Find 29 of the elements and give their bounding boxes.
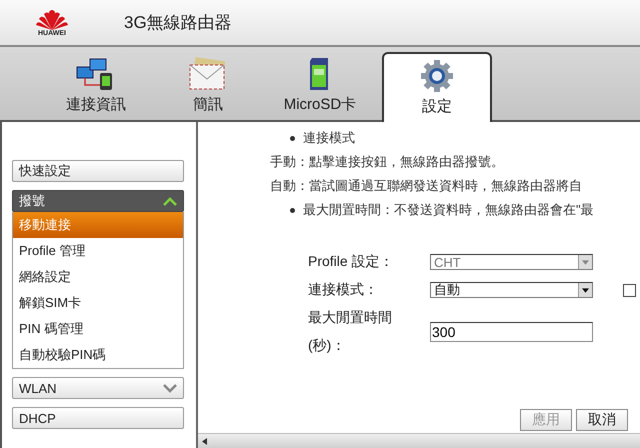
chevron-up-icon — [163, 196, 177, 206]
sidebar-item[interactable]: 快速設定 — [12, 160, 184, 182]
help-text: 手動：點擊連接按鈕，無線路由器撥號。 — [270, 153, 504, 171]
app-title: 3G無線路由器 — [124, 12, 232, 34]
sidebar-group-header[interactable]: WLAN — [12, 377, 184, 399]
logo-icon — [35, 8, 69, 30]
nav-tab[interactable]: 連接資訊 — [40, 52, 152, 120]
sidebar-group-header[interactable]: 撥號 — [12, 190, 184, 212]
dropdown-field[interactable]: 自動 — [430, 282, 593, 298]
nav-tab[interactable]: 簡訊 — [152, 52, 264, 120]
field-label: 最大閒置時間 — [308, 309, 393, 327]
field-label: 連接模式： — [308, 281, 379, 299]
help-text: 最大閒置時間：不發送資料時，無線路由器會在"最 — [303, 201, 594, 219]
field-label: (秒)： — [308, 337, 346, 355]
nav-tab[interactable]: MicroSD卡 — [264, 52, 376, 120]
field-label: Profile 設定： — [308, 253, 395, 271]
sidebar-item[interactable]: DHCP — [12, 407, 184, 429]
bullet-icon — [290, 208, 295, 212]
action-button[interactable]: 取消 — [576, 409, 628, 431]
help-text: 自動：當試圖通過互聯網發送資料時，無線路由器將自 — [270, 177, 582, 195]
help-text: 連接模式 — [303, 129, 355, 147]
bullet-icon — [290, 136, 295, 140]
nav-tab[interactable]: 設定 — [382, 52, 492, 122]
scroll-left-icon — [202, 438, 207, 444]
checkbox[interactable] — [623, 284, 636, 296]
input-field[interactable]: 300 — [430, 322, 593, 342]
chevron-down-icon — [163, 384, 177, 392]
envelope-icon — [188, 57, 228, 91]
horizontal-scrollbar[interactable] — [198, 433, 640, 448]
